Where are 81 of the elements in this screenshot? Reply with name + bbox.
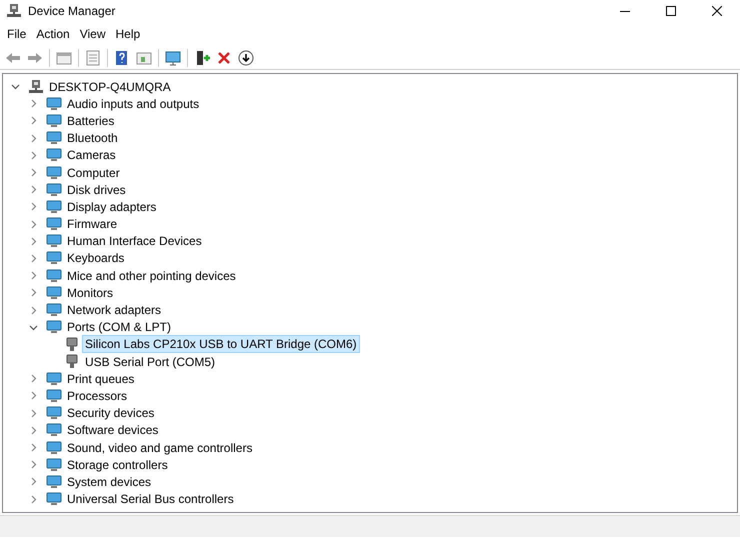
device-icon — [46, 474, 62, 489]
device-icon — [46, 251, 62, 266]
device-icon — [46, 114, 62, 128]
expand-chevron-icon[interactable] — [29, 391, 38, 400]
expand-chevron-icon[interactable] — [29, 220, 38, 229]
device-icon — [46, 148, 62, 162]
expand-chevron-icon[interactable] — [29, 460, 38, 470]
expand-chevron-icon[interactable] — [29, 150, 38, 160]
expand-chevron-icon[interactable] — [29, 374, 38, 384]
device-icon — [46, 372, 62, 386]
tree-item[interactable]: Monitors — [65, 284, 116, 301]
tree-item[interactable]: Disk drives — [65, 182, 128, 198]
expand-chevron-icon[interactable] — [29, 477, 38, 486]
computer-icon — [6, 3, 22, 19]
expand-chevron-icon[interactable] — [29, 443, 38, 452]
device-icon — [46, 423, 62, 438]
expand-chevron-icon[interactable] — [29, 168, 38, 178]
expand-chevron-icon[interactable] — [29, 271, 38, 280]
tree-item[interactable]: Mice and other pointing devices — [65, 268, 238, 284]
tree-item[interactable]: Human Interface Devices — [65, 233, 204, 250]
tree-item[interactable]: Ports (COM & LPT) — [65, 319, 174, 336]
device-icon — [46, 440, 62, 455]
device-icon — [46, 303, 62, 318]
device-icon — [46, 217, 62, 232]
device-icon — [46, 234, 62, 248]
expand-chevron-icon[interactable] — [29, 408, 38, 418]
tree-item[interactable]: Silicon Labs CP210x USB to UART Bridge (COM6) — [83, 336, 359, 352]
device-icon — [46, 268, 62, 283]
device-icon — [46, 492, 62, 506]
tree-item[interactable]: Software devices — [65, 422, 160, 438]
tree-item[interactable]: System devices — [65, 474, 154, 490]
device-icon — [46, 388, 62, 403]
expand-chevron-icon[interactable] — [29, 236, 38, 246]
expand-chevron-icon[interactable] — [29, 288, 38, 298]
tree-item[interactable]: Storage controllers — [65, 456, 170, 473]
device-icon — [46, 200, 62, 214]
expand-chevron-icon[interactable] — [29, 202, 38, 212]
device-icon — [46, 320, 62, 334]
device-icon — [46, 458, 62, 472]
device-icon — [46, 286, 62, 300]
tree-item[interactable]: Firmware — [65, 216, 119, 232]
menu-item[interactable]: View — [74, 24, 110, 44]
device-icon — [46, 96, 62, 111]
tree-item[interactable]: Sound, video and game controllers — [65, 440, 254, 456]
menu-item[interactable]: Action — [31, 24, 75, 44]
device-icon — [46, 166, 62, 180]
menu-item[interactable]: Help — [110, 24, 146, 44]
tree-item[interactable]: Cameras — [65, 147, 118, 164]
device-icon — [46, 406, 62, 420]
expand-chevron-icon[interactable] — [29, 134, 38, 143]
tree-item[interactable]: Print queues — [65, 370, 136, 387]
tree-item[interactable]: Keyboards — [65, 250, 126, 266]
tree-item[interactable]: USB Serial Port (COM5) — [83, 354, 218, 370]
device-icon — [46, 131, 62, 146]
tree-item[interactable]: Network adapters — [65, 302, 164, 318]
expand-chevron-icon[interactable] — [29, 426, 38, 435]
port-connector-icon — [66, 336, 78, 352]
collapse-chevron-icon[interactable] — [29, 322, 38, 332]
close-icon — [712, 6, 722, 16]
tree-item[interactable]: Computer — [65, 164, 122, 181]
collapse-chevron-icon[interactable] — [11, 82, 20, 92]
expand-chevron-icon[interactable] — [29, 99, 38, 108]
device-icon — [46, 182, 62, 197]
expand-chevron-icon[interactable] — [29, 306, 38, 315]
tree-item[interactable]: Batteries — [65, 112, 116, 129]
tree-item[interactable]: Audio inputs and outputs — [65, 96, 202, 112]
tree-item[interactable]: Processors — [65, 388, 130, 404]
computer-icon — [28, 78, 44, 95]
expand-chevron-icon[interactable] — [29, 254, 38, 263]
tree-item[interactable]: Bluetooth — [65, 130, 120, 146]
menu-item[interactable]: File — [2, 24, 32, 44]
tree-item[interactable]: Security devices — [65, 405, 156, 422]
tree-item[interactable]: Universal Serial Bus controllers — [65, 491, 236, 508]
window-title: Device Manager — [28, 3, 116, 20]
tree-item[interactable]: DESKTOP-Q4UMQRA — [47, 78, 173, 95]
expand-chevron-icon[interactable] — [29, 494, 38, 504]
expand-chevron-icon[interactable] — [29, 116, 38, 126]
maximize-icon — [666, 6, 676, 16]
port-connector-icon — [66, 354, 78, 370]
tree-item[interactable]: Display adapters — [65, 198, 158, 215]
expand-chevron-icon[interactable] — [29, 185, 38, 194]
